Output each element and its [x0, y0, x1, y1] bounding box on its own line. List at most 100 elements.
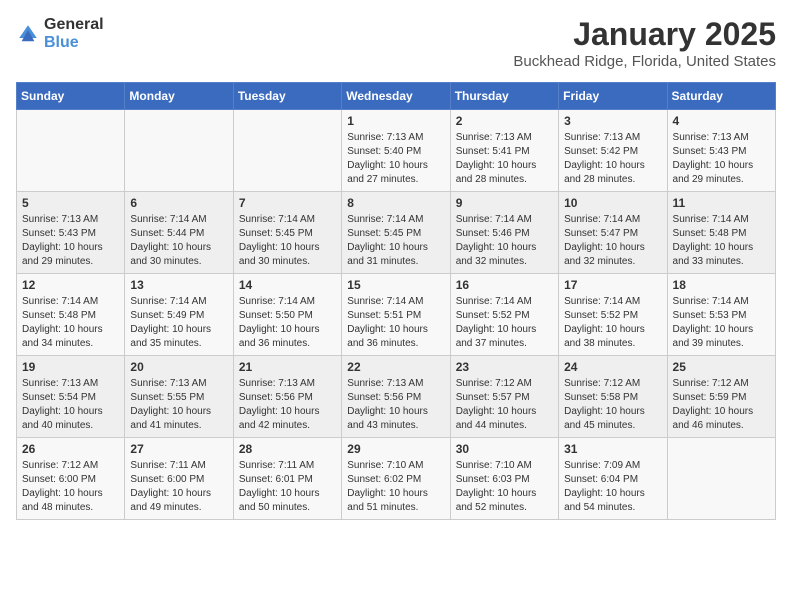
calendar-week-3: 12 Sunrise: 7:14 AM Sunset: 5:48 PM Dayli…: [17, 274, 776, 356]
weekday-header-row: SundayMondayTuesdayWednesdayThursdayFrid…: [17, 83, 776, 110]
day-info: Sunrise: 7:13 AM Sunset: 5:56 PM Dayligh…: [347, 377, 444, 433]
day-number: 10: [564, 196, 661, 210]
day-number: 8: [347, 196, 444, 210]
title-block: January 2025 Buckhead Ridge, Florida, Un…: [513, 16, 776, 70]
day-info: Sunrise: 7:11 AM Sunset: 6:01 PM Dayligh…: [239, 459, 336, 515]
day-info: Sunrise: 7:12 AM Sunset: 5:57 PM Dayligh…: [456, 377, 553, 433]
calendar-day-16: 16Sunrise: 7:14 AM Sunset: 5:52 PM Dayli…: [450, 274, 558, 356]
day-number: 15: [347, 278, 444, 292]
calendar-table: SundayMondayTuesdayWednesdayThursdayFrid…: [16, 82, 776, 520]
calendar-week-5: 26Sunrise: 7:12 AM Sunset: 6:00 PM Dayli…: [17, 438, 776, 520]
weekday-header-tuesday: Tuesday: [233, 83, 341, 110]
day-number: 18: [673, 278, 770, 292]
day-info: Sunrise: 7:11 AM Sunset: 6:00 PM Dayligh…: [130, 459, 227, 515]
logo-blue: Blue: [44, 34, 79, 51]
calendar-day-10: 10 Sunrise: 7:14 AM Sunset: 5:47 PM Dayli…: [559, 192, 667, 274]
calendar-day-12: 12 Sunrise: 7:14 AM Sunset: 5:48 PM Dayli…: [17, 274, 125, 356]
weekday-header-saturday: Saturday: [667, 83, 775, 110]
day-number: 30: [456, 442, 553, 456]
day-info: Sunrise: 7:12 AM Sunset: 5:58 PM Dayligh…: [564, 377, 661, 433]
day-info: Sunrise: 7:14 AM Sunset: 5:48 PM Dayligh…: [22, 295, 119, 351]
calendar-day-28: 28 Sunrise: 7:11 AM Sunset: 6:01 PM Dayli…: [233, 438, 341, 520]
day-info: Sunrise: 7:14 AM Sunset: 5:52 PM Dayligh…: [456, 295, 553, 351]
day-info: Sunrise: 7:14 AM Sunset: 5:51 PM Dayligh…: [347, 295, 444, 351]
calendar-day-22: 22 Sunrise: 7:13 AM Sunset: 5:56 PM Dayli…: [342, 356, 450, 438]
day-number: 6: [130, 196, 227, 210]
day-info: Sunrise: 7:13 AM Sunset: 5:42 PM Dayligh…: [564, 131, 661, 187]
calendar-day-21: 21Sunrise: 7:13 AM Sunset: 5:56 PM Dayli…: [233, 356, 341, 438]
calendar-week-2: 5 Sunrise: 7:13 AM Sunset: 5:43 PM Daylig…: [17, 192, 776, 274]
day-number: 25: [673, 360, 770, 374]
calendar-empty-cell: [233, 110, 341, 192]
day-number: 4: [673, 114, 770, 128]
day-number: 9: [456, 196, 553, 210]
weekday-header-monday: Monday: [125, 83, 233, 110]
calendar-week-1: 1 Sunrise: 7:13 AM Sunset: 5:40 PM Daylig…: [17, 110, 776, 192]
calendar-day-30: 30 Sunrise: 7:10 AM Sunset: 6:03 PM Dayli…: [450, 438, 558, 520]
weekday-header-wednesday: Wednesday: [342, 83, 450, 110]
day-info: Sunrise: 7:14 AM Sunset: 5:45 PM Dayligh…: [347, 213, 444, 269]
day-number: 5: [22, 196, 119, 210]
calendar-day-1: 1 Sunrise: 7:13 AM Sunset: 5:40 PM Daylig…: [342, 110, 450, 192]
logo: General Blue: [16, 16, 104, 52]
day-info: Sunrise: 7:14 AM Sunset: 5:53 PM Dayligh…: [673, 295, 770, 351]
day-info: Sunrise: 7:13 AM Sunset: 5:55 PM Dayligh…: [130, 377, 227, 433]
calendar-day-20: 20 Sunrise: 7:13 AM Sunset: 5:55 PM Dayli…: [125, 356, 233, 438]
day-number: 28: [239, 442, 336, 456]
calendar-day-31: 31 Sunrise: 7:09 AM Sunset: 6:04 PM Dayli…: [559, 438, 667, 520]
calendar-day-8: 8 Sunrise: 7:14 AM Sunset: 5:45 PM Daylig…: [342, 192, 450, 274]
calendar-day-24: 24 Sunrise: 7:12 AM Sunset: 5:58 PM Dayli…: [559, 356, 667, 438]
day-info: Sunrise: 7:14 AM Sunset: 5:47 PM Dayligh…: [564, 213, 661, 269]
calendar-day-29: 29Sunrise: 7:10 AM Sunset: 6:02 PM Dayli…: [342, 438, 450, 520]
calendar-day-19: 19 Sunrise: 7:13 AM Sunset: 5:54 PM Dayli…: [17, 356, 125, 438]
month-title: January 2025: [513, 16, 776, 53]
calendar-day-3: 3 Sunrise: 7:13 AM Sunset: 5:42 PM Daylig…: [559, 110, 667, 192]
day-info: Sunrise: 7:12 AM Sunset: 6:00 PM Dayligh…: [22, 459, 119, 515]
day-number: 27: [130, 442, 227, 456]
location-title: Buckhead Ridge, Florida, United States: [513, 53, 776, 70]
day-info: Sunrise: 7:13 AM Sunset: 5:54 PM Dayligh…: [22, 377, 119, 433]
day-number: 2: [456, 114, 553, 128]
day-info: Sunrise: 7:14 AM Sunset: 5:44 PM Dayligh…: [130, 213, 227, 269]
calendar-day-7: 7 Sunrise: 7:14 AM Sunset: 5:45 PM Daylig…: [233, 192, 341, 274]
day-number: 22: [347, 360, 444, 374]
day-number: 11: [673, 196, 770, 210]
day-number: 23: [456, 360, 553, 374]
day-info: Sunrise: 7:09 AM Sunset: 6:04 PM Dayligh…: [564, 459, 661, 515]
day-number: 24: [564, 360, 661, 374]
calendar-day-13: 13 Sunrise: 7:14 AM Sunset: 5:49 PM Dayli…: [125, 274, 233, 356]
calendar-day-11: 11Sunrise: 7:14 AM Sunset: 5:48 PM Dayli…: [667, 192, 775, 274]
day-number: 31: [564, 442, 661, 456]
day-info: Sunrise: 7:13 AM Sunset: 5:43 PM Dayligh…: [22, 213, 119, 269]
day-info: Sunrise: 7:14 AM Sunset: 5:52 PM Dayligh…: [564, 295, 661, 351]
day-info: Sunrise: 7:10 AM Sunset: 6:03 PM Dayligh…: [456, 459, 553, 515]
day-info: Sunrise: 7:13 AM Sunset: 5:56 PM Dayligh…: [239, 377, 336, 433]
calendar-day-9: 9 Sunrise: 7:14 AM Sunset: 5:46 PM Daylig…: [450, 192, 558, 274]
calendar-day-6: 6 Sunrise: 7:14 AM Sunset: 5:44 PM Daylig…: [125, 192, 233, 274]
logo-icon: [16, 22, 40, 46]
calendar-empty-cell: [667, 438, 775, 520]
day-info: Sunrise: 7:14 AM Sunset: 5:49 PM Dayligh…: [130, 295, 227, 351]
calendar-week-4: 19 Sunrise: 7:13 AM Sunset: 5:54 PM Dayli…: [17, 356, 776, 438]
day-info: Sunrise: 7:10 AM Sunset: 6:02 PM Dayligh…: [347, 459, 444, 515]
calendar-day-18: 18 Sunrise: 7:14 AM Sunset: 5:53 PM Dayli…: [667, 274, 775, 356]
day-info: Sunrise: 7:13 AM Sunset: 5:40 PM Dayligh…: [347, 131, 444, 187]
day-info: Sunrise: 7:14 AM Sunset: 5:45 PM Dayligh…: [239, 213, 336, 269]
day-number: 12: [22, 278, 119, 292]
day-number: 1: [347, 114, 444, 128]
calendar-day-5: 5 Sunrise: 7:13 AM Sunset: 5:43 PM Daylig…: [17, 192, 125, 274]
day-number: 20: [130, 360, 227, 374]
calendar-empty-cell: [17, 110, 125, 192]
calendar-day-15: 15 Sunrise: 7:14 AM Sunset: 5:51 PM Dayli…: [342, 274, 450, 356]
day-number: 19: [22, 360, 119, 374]
day-info: Sunrise: 7:12 AM Sunset: 5:59 PM Dayligh…: [673, 377, 770, 433]
calendar-day-25: 25 Sunrise: 7:12 AM Sunset: 5:59 PM Dayli…: [667, 356, 775, 438]
day-number: 7: [239, 196, 336, 210]
day-info: Sunrise: 7:14 AM Sunset: 5:46 PM Dayligh…: [456, 213, 553, 269]
day-number: 13: [130, 278, 227, 292]
calendar-day-2: 2Sunrise: 7:13 AM Sunset: 5:41 PM Daylig…: [450, 110, 558, 192]
calendar-day-17: 17Sunrise: 7:14 AM Sunset: 5:52 PM Dayli…: [559, 274, 667, 356]
calendar-day-27: 27 Sunrise: 7:11 AM Sunset: 6:00 PM Dayli…: [125, 438, 233, 520]
weekday-header-friday: Friday: [559, 83, 667, 110]
day-number: 3: [564, 114, 661, 128]
